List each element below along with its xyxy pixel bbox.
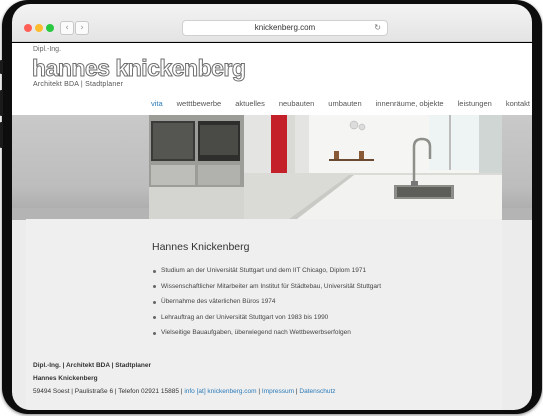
- nav-item-innenraeume[interactable]: innenräume, objekte: [376, 99, 444, 108]
- footer-separator: |: [258, 388, 261, 395]
- footer-impressum-link[interactable]: Impressum: [262, 388, 294, 395]
- zoom-window-icon[interactable]: [46, 24, 54, 32]
- hardware-button: [0, 90, 3, 116]
- site-logo[interactable]: hannes knickenberg: [31, 55, 246, 82]
- web-page: Dipl.-Ing. hannes knickenberg Architekt …: [12, 43, 532, 410]
- site-header: Dipl.-Ing. hannes knickenberg Architekt …: [12, 43, 532, 115]
- forward-button[interactable]: ›: [75, 21, 89, 35]
- nav-item-vita[interactable]: vita: [151, 99, 163, 108]
- nav-item-kontakt[interactable]: kontakt: [506, 99, 530, 108]
- tablet-screen: ‹ › knickenberg.com ↻ Dipl.-Ing. hannes …: [12, 4, 532, 410]
- nav-item-leistungen[interactable]: leistungen: [458, 99, 492, 108]
- footer-address: 59494 Soest | Paulistraße 6 | Telefon 02…: [33, 388, 183, 395]
- browser-toolbar: ‹ › knickenberg.com ↻: [12, 4, 532, 42]
- list-item: Wissenschaftlicher Mitarbeiter am Instit…: [152, 282, 381, 298]
- list-item: Übernahme des väterlichen Büros 1974: [152, 297, 381, 313]
- logo-subtitle: Architekt BDA | Stadtplaner: [33, 81, 124, 88]
- footer-email-link[interactable]: info [at] knickenberg.com: [184, 388, 256, 395]
- close-window-icon[interactable]: [24, 24, 32, 32]
- hardware-button: [0, 60, 3, 74]
- reload-icon[interactable]: ↻: [374, 21, 381, 35]
- vita-list: Studium an der Universität Stuttgart und…: [152, 266, 381, 344]
- site-footer: Dipl.-Ing. | Architekt BDA | Stadtplaner…: [33, 359, 336, 398]
- url-text: knickenberg.com: [254, 23, 316, 32]
- footer-credentials: Dipl.-Ing. | Architekt BDA | Stadtplaner: [33, 362, 151, 369]
- logo-prefix: Dipl.-Ing.: [33, 46, 62, 53]
- nav-item-umbauten[interactable]: umbauten: [328, 99, 361, 108]
- chevron-right-icon: ›: [80, 23, 84, 33]
- back-button[interactable]: ‹: [60, 21, 74, 35]
- chevron-left-icon: ‹: [65, 23, 69, 33]
- tablet-frame: ‹ › knickenberg.com ↻ Dipl.-Ing. hannes …: [0, 0, 542, 414]
- hero-image-kitchen: [149, 115, 502, 219]
- list-item: Vielseitige Bauaufgaben, überwiegend nac…: [152, 328, 381, 344]
- footer-contact-line: 59494 Soest | Paulistraße 6 | Telefon 02…: [33, 385, 336, 398]
- address-bar[interactable]: knickenberg.com ↻: [182, 20, 388, 36]
- kitchen-photo: [149, 115, 502, 219]
- main-nav: vita wetttbewerbe aktuelles neubauten um…: [137, 99, 530, 108]
- list-item: Studium an der Universität Stuttgart und…: [152, 266, 381, 282]
- list-item: Lehrauftrag an der Universität Stuttgart…: [152, 313, 381, 329]
- main-content: Hannes Knickenberg Studium an der Univer…: [26, 219, 502, 410]
- hardware-button: [0, 122, 3, 148]
- nav-item-neubauten[interactable]: neubauten: [279, 99, 314, 108]
- minimize-window-icon[interactable]: [35, 24, 43, 32]
- footer-separator: |: [295, 388, 298, 395]
- footer-name: Hannes Knickenberg: [33, 375, 98, 382]
- footer-datenschutz-link[interactable]: Datenschutz: [299, 388, 335, 395]
- page-title: Hannes Knickenberg: [152, 241, 250, 253]
- nav-item-aktuelles[interactable]: aktuelles: [235, 99, 265, 108]
- nav-item-wettbewerbe[interactable]: wetttbewerbe: [177, 99, 222, 108]
